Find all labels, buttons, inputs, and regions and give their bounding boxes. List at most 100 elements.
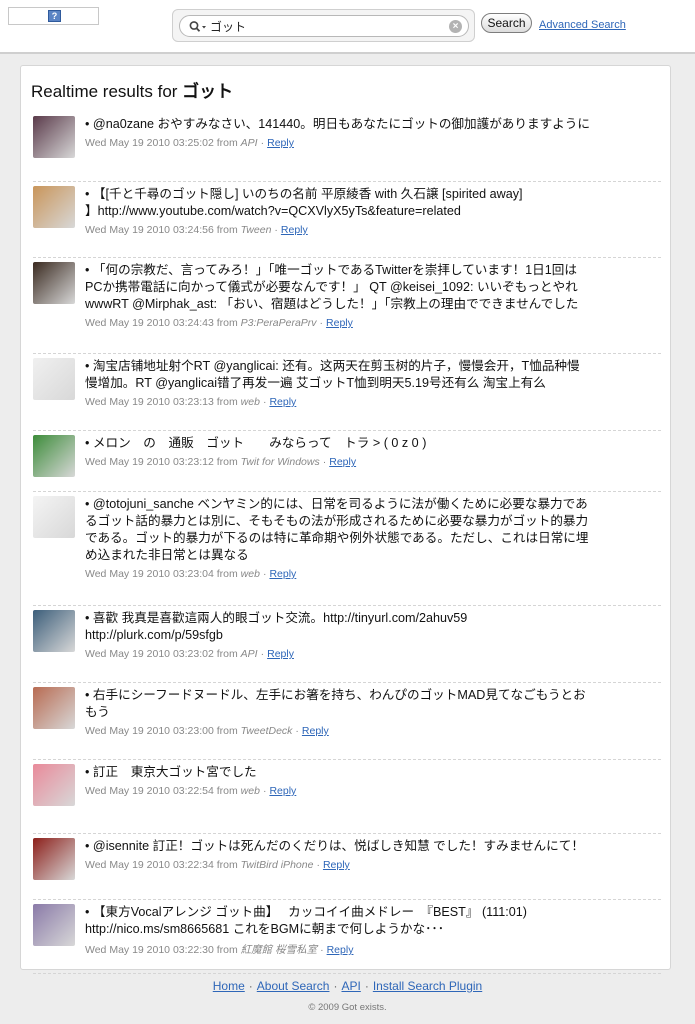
meta-separator: · bbox=[274, 224, 278, 236]
avatar-pink-blobs[interactable] bbox=[33, 764, 75, 806]
tweet-item: • 「何の宗教だ、言ってみろ！」「唯一ゴットであるTwitterを崇拝しています… bbox=[33, 262, 661, 354]
tweet-text-line: • 訂正 東京大ゴット宮でした bbox=[85, 765, 257, 779]
footer-separator: · bbox=[364, 979, 369, 993]
tweet-item: • 右手にシーフードヌードル、左手にお箸を持ち、わんぴのゴットMAD見てなごもう… bbox=[33, 687, 661, 760]
search-input[interactable] bbox=[210, 18, 440, 35]
tweet-timestamp: Wed May 19 2010 03:23:00 bbox=[85, 725, 214, 737]
tweet-meta: Wed May 19 2010 03:23:04 from web · Reply bbox=[85, 568, 296, 580]
avatar-creature[interactable] bbox=[33, 186, 75, 228]
meta-separator: · bbox=[316, 859, 320, 871]
tweet-text: • @totojuni_sanche ベンヤミン的には、日常を司るように法が働く… bbox=[85, 496, 661, 564]
meta-separator: · bbox=[320, 944, 324, 956]
tweet-meta: Wed May 19 2010 03:25:02 from API · Reply bbox=[85, 137, 294, 149]
footer-links: Home · About Search · API · Install Search Plu… bbox=[0, 979, 695, 993]
tweet-text-line: wwwRT @Mirphak_ast: 「おい、宿題はどうした！」「宗教上の理由… bbox=[85, 297, 579, 311]
search-field[interactable]: × bbox=[179, 15, 469, 37]
advanced-search-link[interactable]: Advanced Search bbox=[539, 19, 626, 31]
avatar-plush[interactable] bbox=[33, 610, 75, 652]
from-label: from bbox=[216, 224, 238, 236]
meta-separator: · bbox=[260, 648, 265, 660]
tweet-source: Tween bbox=[240, 224, 272, 236]
tweet-meta: Wed May 19 2010 03:23:02 from API · Reply bbox=[85, 648, 294, 660]
footer-separator: · bbox=[248, 979, 253, 993]
from-label: from bbox=[216, 859, 238, 871]
footer-link-about-search[interactable]: About Search bbox=[257, 979, 330, 993]
tweet-timestamp: Wed May 19 2010 03:22:34 bbox=[85, 859, 214, 871]
reply-link[interactable]: Reply bbox=[329, 456, 356, 468]
avatar-green-hair[interactable] bbox=[33, 435, 75, 477]
tweet-timestamp: Wed May 19 2010 03:24:43 bbox=[85, 317, 214, 329]
reply-link[interactable]: Reply bbox=[269, 568, 296, 580]
footer-link-api[interactable]: API bbox=[341, 979, 360, 993]
reply-link[interactable]: Reply bbox=[267, 137, 294, 149]
search-box: × bbox=[172, 9, 475, 42]
avatar-anime-girl[interactable] bbox=[33, 116, 75, 158]
tweet-timestamp: Wed May 19 2010 03:23:13 bbox=[85, 396, 214, 408]
tweet-item: • 【東方Vocalアレンジ ゴット曲】 カッコイイ曲メドレー 『BEST』 (… bbox=[33, 904, 661, 974]
avatar-maid[interactable] bbox=[33, 904, 75, 946]
reply-link[interactable]: Reply bbox=[302, 725, 329, 737]
tweet-item: • 【[千と千尋のゴット隠し] いのちの名前 平原綾香 with 久石譲 [sp… bbox=[33, 186, 661, 258]
results-panel: Realtime results for ゴット • @na0zane おやすみ… bbox=[20, 65, 671, 974]
tweet-item: • @isennite 訂正！ゴットは死んだのくだりは、悦ばしき知慧 でした！す… bbox=[33, 838, 661, 900]
avatar-yellow-ribbon[interactable] bbox=[33, 358, 75, 400]
tweet-text: • 【[千と千尋のゴット隠し] いのちの名前 平原綾香 with 久石譲 [sp… bbox=[85, 186, 661, 220]
tweet-text-line: め込まれた非日常とは異なる bbox=[85, 548, 249, 562]
footer-separator: · bbox=[333, 979, 338, 993]
tweet-meta: Wed May 19 2010 03:23:12 from Twit for W… bbox=[85, 456, 356, 468]
tweet-text-line: 慢增加。RT @yanglicai错了再发一遍 艾ゴットT恤到明天5.19号还有… bbox=[85, 376, 546, 390]
avatar-mech[interactable] bbox=[33, 838, 75, 880]
reply-link[interactable]: Reply bbox=[267, 648, 294, 660]
tweet-text-line: もう bbox=[85, 705, 110, 719]
tweet-source: TweetDeck bbox=[240, 725, 293, 737]
avatar-sketch[interactable] bbox=[33, 496, 75, 538]
tweet-text: • 喜歡 我真是喜歡這兩人的眼ゴット交流。http://tinyurl.com/… bbox=[85, 610, 661, 644]
search-button[interactable]: Search bbox=[481, 13, 532, 33]
from-label: from bbox=[216, 317, 238, 329]
tweet-source: API bbox=[240, 648, 258, 660]
footer-link-install-search-plugin[interactable]: Install Search Plugin bbox=[373, 979, 482, 993]
tweet-item: • @totojuni_sanche ベンヤミン的には、日常を司るように法が働く… bbox=[33, 496, 661, 606]
tweet-timestamp: Wed May 19 2010 03:23:04 bbox=[85, 568, 214, 580]
tweet-item: • 喜歡 我真是喜歡這兩人的眼ゴット交流。http://tinyurl.com/… bbox=[33, 610, 661, 683]
reply-link[interactable]: Reply bbox=[269, 785, 296, 797]
meta-separator: · bbox=[322, 456, 327, 468]
meta-separator: · bbox=[295, 725, 299, 737]
tweet-source: 紅魔館 桜雪私室 bbox=[240, 944, 318, 956]
reply-link[interactable]: Reply bbox=[323, 859, 350, 871]
avatar-character[interactable] bbox=[33, 262, 75, 304]
tweet-text-line: 】http://www.youtube.com/watch?v=QCXVlyX5… bbox=[85, 204, 461, 218]
reply-link[interactable]: Reply bbox=[327, 944, 354, 956]
tweet-meta: Wed May 19 2010 03:22:54 from web · Reply bbox=[85, 785, 296, 797]
tweet-text-line: • 淘宝店铺地址射个RT @yanglicai: 还有。这两天在剪玉树的片子，慢… bbox=[85, 359, 580, 373]
tweet-source: web bbox=[240, 568, 260, 580]
tweet-meta: Wed May 19 2010 03:24:43 from P3:PeraPer… bbox=[85, 317, 353, 329]
meta-separator: · bbox=[319, 317, 324, 329]
avatar-anime-boy[interactable] bbox=[33, 687, 75, 729]
tweet-text-line: • 「何の宗教だ、言ってみろ！」「唯一ゴットであるTwitterを崇拝しています… bbox=[85, 263, 577, 277]
reply-link[interactable]: Reply bbox=[281, 224, 308, 236]
tweet-text: • 訂正 東京大ゴット宮でした bbox=[85, 764, 661, 781]
tweet-item: • 訂正 東京大ゴット宮でした Wed May 19 2010 03:22:54 … bbox=[33, 764, 661, 834]
tweet-meta: Wed May 19 2010 03:22:34 from TwitBird i… bbox=[85, 859, 350, 871]
heading-prefix: Realtime results for bbox=[31, 82, 178, 101]
reply-link[interactable]: Reply bbox=[269, 396, 296, 408]
logo[interactable]: ? bbox=[8, 7, 99, 25]
tweet-text-line: るゴット話的暴力とは別に、そもそもの法が形成されるために必要な暴力がゴット的暴力 bbox=[85, 514, 589, 528]
reply-link[interactable]: Reply bbox=[326, 317, 353, 329]
clear-search-icon[interactable]: × bbox=[449, 20, 462, 33]
search-icon[interactable] bbox=[189, 20, 209, 34]
from-label: from bbox=[216, 944, 238, 956]
tweet-meta: Wed May 19 2010 03:24:56 from Tween · Repl… bbox=[85, 224, 308, 236]
from-label: from bbox=[216, 396, 238, 408]
tweet-text-line: • 喜歡 我真是喜歡這兩人的眼ゴット交流。http://tinyurl.com/… bbox=[85, 611, 468, 625]
tweet-timestamp: Wed May 19 2010 03:23:12 bbox=[85, 456, 214, 468]
tweet-text: • 「何の宗教だ、言ってみろ！」「唯一ゴットであるTwitterを崇拝しています… bbox=[85, 262, 661, 313]
tweet-text: • 右手にシーフードヌードル、左手にお箸を持ち、わんぴのゴットMAD見てなごもう… bbox=[85, 687, 661, 721]
tweet-text-line: • 【[千と千尋のゴット隠し] いのちの名前 平原綾香 with 久石譲 [sp… bbox=[85, 187, 523, 201]
meta-separator: · bbox=[262, 785, 267, 797]
tweet-timestamp: Wed May 19 2010 03:22:30 bbox=[85, 944, 214, 956]
copyright: © 2009 Got exists. bbox=[308, 1002, 387, 1013]
from-label: from bbox=[216, 568, 238, 580]
footer-link-home[interactable]: Home bbox=[213, 979, 245, 993]
